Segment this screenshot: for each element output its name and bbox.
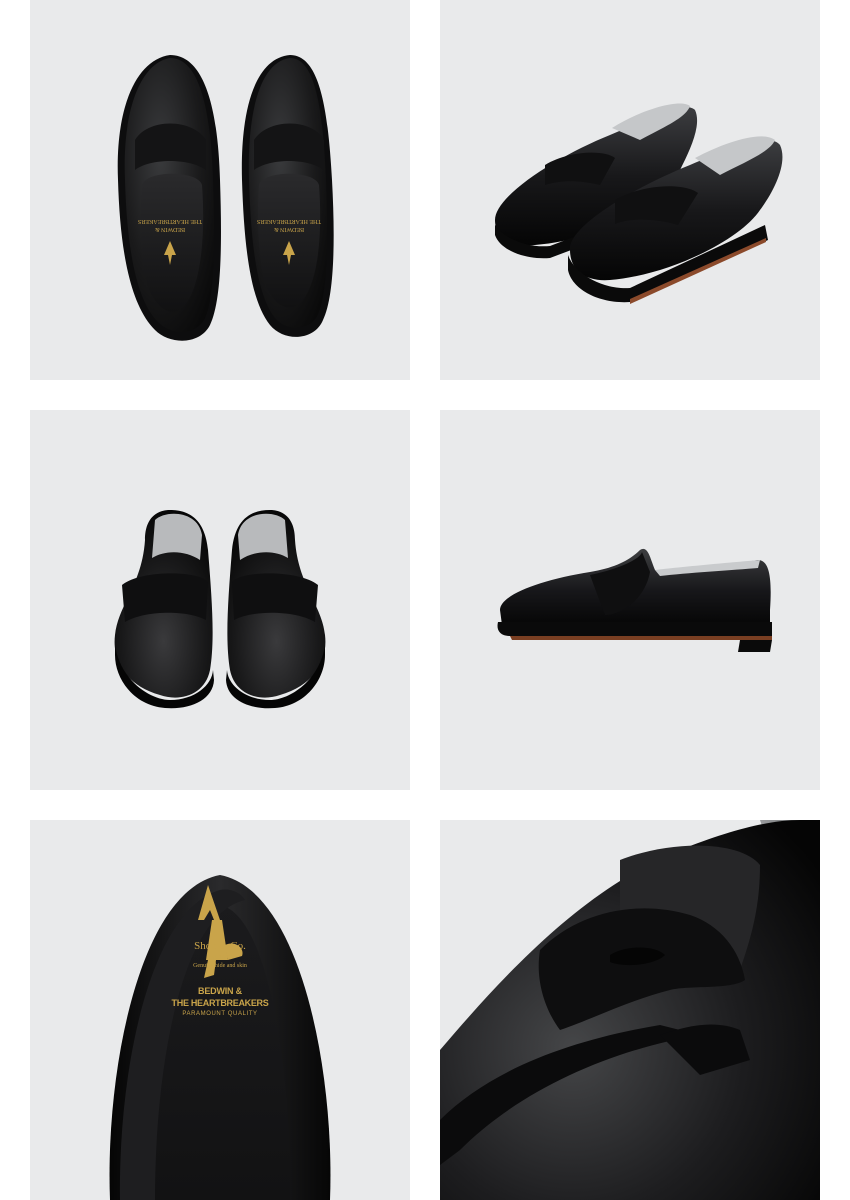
insole-closeup-illustration	[109, 875, 331, 1200]
photo-top-view: THE HEARTBREAKERS BEDWIN & THE HEARTBREA…	[30, 0, 410, 380]
svg-text:THE HEARTBREAKERS: THE HEARTBREAKERS	[257, 218, 321, 224]
loafer-pair-top-illustration: THE HEARTBREAKERS BEDWIN & THE HEARTBREA…	[117, 55, 334, 341]
insole-brand-name: Shoe & Co.	[194, 940, 246, 952]
svg-text:THE HEARTBREAKERS: THE HEARTBREAKERS	[138, 218, 202, 224]
insole-est-year: est. 1880	[209, 955, 231, 961]
loafer-side-illustration	[497, 548, 772, 652]
photo-three-quarter-view	[440, 0, 820, 380]
strap-closeup-illustration	[440, 820, 820, 1200]
insole-collab-line-2: THE HEARTBREAKERS	[171, 998, 269, 1008]
svg-text:BEDWIN &: BEDWIN &	[155, 226, 185, 232]
insole-tagline: Genuine hide and skin	[193, 963, 247, 969]
photo-side-view	[440, 410, 820, 790]
photo-strap-closeup	[440, 820, 820, 1200]
loafer-pair-angled-illustration	[495, 103, 783, 304]
photo-insole-closeup: Shoe & Co. est. 1880 Genuine hide and sk…	[30, 820, 410, 1200]
svg-text:BEDWIN &: BEDWIN &	[274, 226, 304, 232]
insole-collab-line-1: BEDWIN &	[198, 986, 242, 996]
loafer-pair-front-illustration	[114, 510, 326, 709]
photo-front-view	[30, 410, 410, 790]
insole-collab-line-3: PARAMOUNT QUALITY	[182, 1011, 258, 1017]
